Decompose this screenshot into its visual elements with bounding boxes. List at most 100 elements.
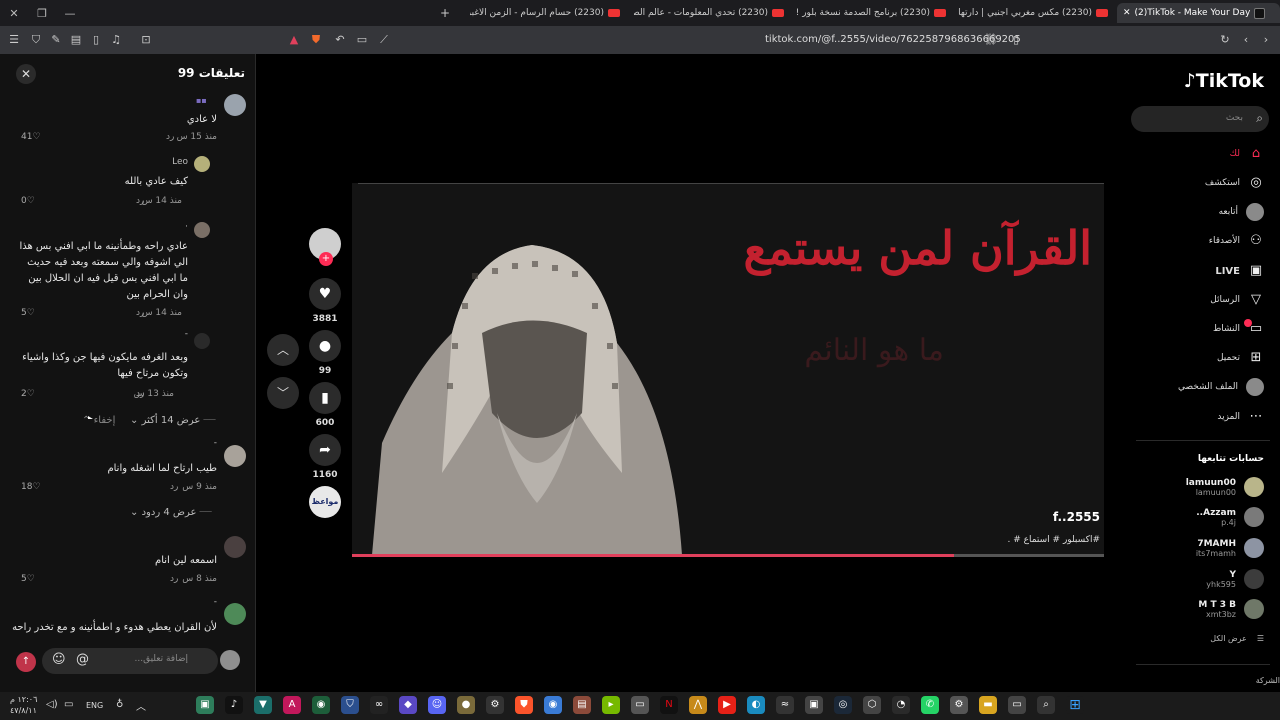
sidebar-item-upload[interactable]: ⊞ تحميل xyxy=(1217,349,1264,367)
discord-icon[interactable]: ☺ xyxy=(428,696,446,714)
brave-rewards-icon[interactable]: ▲ xyxy=(288,34,300,46)
tab-youtube-4[interactable]: (2230) حسام الرسام - الزمن الاغبر (حصـ xyxy=(470,3,620,23)
comment-username[interactable]: · xyxy=(185,222,188,232)
translate-icon[interactable]: ⟋ xyxy=(378,34,390,46)
show-more-replies-button[interactable]: ⌄ عرض 14 أكثر ── xyxy=(130,415,216,426)
xbox-icon[interactable]: ◉ xyxy=(312,696,330,714)
send-comment-button[interactable]: ↑ xyxy=(16,652,36,672)
video-progress-bar[interactable] xyxy=(352,554,1104,557)
menu-icon[interactable]: ☰ xyxy=(8,34,20,46)
app-icon[interactable]: ⬡ xyxy=(863,696,881,714)
bookmark-icon[interactable]: ▯ xyxy=(1010,34,1022,46)
save-button[interactable]: ▮ 600 xyxy=(309,382,341,428)
follow-plus-icon[interactable]: + xyxy=(319,252,333,266)
reload-icon[interactable]: ↻ xyxy=(1219,34,1231,46)
tiktok-app-icon[interactable]: ♪ xyxy=(225,696,243,714)
reply-button[interactable]: رد xyxy=(136,389,144,399)
sidebar-item-more[interactable]: ⋯ المزيد xyxy=(1217,408,1264,426)
music-icon[interactable]: ♫ xyxy=(110,34,122,46)
current-user-avatar[interactable] xyxy=(220,650,240,670)
task-view-icon[interactable]: ▭ xyxy=(1008,696,1026,714)
screenshot-icon[interactable]: ⊡ xyxy=(140,34,152,46)
reply-button[interactable]: رد xyxy=(170,482,178,492)
restore-window-icon[interactable]: ❐ xyxy=(28,7,56,20)
sidebar-item-live[interactable]: ▣ LIVE xyxy=(1215,262,1264,280)
vpn-icon[interactable]: ▼ xyxy=(254,696,272,714)
pen-icon[interactable]: ✎ xyxy=(50,34,62,46)
like-count[interactable]: 5♡ xyxy=(21,574,35,584)
tab-youtube-1[interactable]: (2230) مكس مغربي اجنبي | دارتها لي ا xyxy=(958,3,1108,23)
search-input[interactable]: بحث ⌕ xyxy=(1131,106,1269,132)
network-icon[interactable]: ▭ xyxy=(64,699,73,710)
comment-username[interactable]: - xyxy=(214,438,217,448)
show-all-accounts-button[interactable]: ☰ عرض الكل xyxy=(1210,634,1264,643)
steam-icon[interactable]: ◎ xyxy=(834,696,852,714)
like-count[interactable]: 2♡ xyxy=(21,389,35,399)
share-button[interactable]: ➦ 1160 xyxy=(309,434,341,480)
windows-start-icon[interactable]: ⊞ xyxy=(1066,696,1084,714)
close-comments-button[interactable]: ✕ xyxy=(16,64,36,84)
comment-username[interactable]: - xyxy=(185,329,188,339)
notes-icon[interactable]: ▭ xyxy=(631,696,649,714)
back-history-icon[interactable]: ↶ xyxy=(334,34,346,46)
app-icon[interactable]: ∞ xyxy=(370,696,388,714)
avatar[interactable] xyxy=(194,333,210,349)
tab-youtube-2[interactable]: (2230) برنامج الصدمة نسخة بلور ! - be xyxy=(796,3,946,23)
app-icon[interactable]: ⋀ xyxy=(689,696,707,714)
previous-video-button[interactable]: ︿ xyxy=(267,334,299,366)
company-link[interactable]: الشركة xyxy=(1256,676,1280,685)
reply-button[interactable]: رد xyxy=(136,308,144,318)
whatsapp-icon[interactable]: ✆ xyxy=(921,696,939,714)
speedometer-icon[interactable]: ◔ xyxy=(892,696,910,714)
comment-username[interactable]: Leo xyxy=(172,157,188,167)
sidebar-icon[interactable]: ▯ xyxy=(90,34,102,46)
reply-button[interactable]: رد xyxy=(136,196,144,206)
like-count[interactable]: 18♡ xyxy=(21,482,41,492)
security-icon[interactable]: ⛉ xyxy=(341,696,359,714)
avatar[interactable] xyxy=(194,156,210,172)
back-icon[interactable]: ‹ xyxy=(1240,34,1252,46)
followed-account[interactable]: M T 3 Bxmt3bz xyxy=(1198,599,1264,619)
settings-icon[interactable]: ⚙ xyxy=(950,696,968,714)
store-icon[interactable]: ▣ xyxy=(805,696,823,714)
app-icon[interactable]: ◆ xyxy=(399,696,417,714)
file-explorer-icon[interactable]: ▬ xyxy=(979,696,997,714)
followed-account[interactable]: lamuun00 lamuun00 xyxy=(1186,477,1264,497)
youtube-icon[interactable]: ▶ xyxy=(718,696,736,714)
clock-time[interactable]: ١٢:٠٦ م xyxy=(10,695,37,704)
tiktok-logo[interactable]: ♪TikTok xyxy=(1184,70,1264,92)
sidebar-item-explore[interactable]: ◎ استكشف xyxy=(1205,174,1264,192)
tab-close-icon[interactable]: ✕ xyxy=(1123,8,1131,18)
nvidia-icon[interactable]: ▸ xyxy=(602,696,620,714)
app-icon[interactable]: ▣ xyxy=(196,696,214,714)
forward-icon[interactable]: › xyxy=(1260,34,1272,46)
sidebar-item-profile[interactable]: الملف الشخصي xyxy=(1178,378,1264,396)
app-icon[interactable]: ● xyxy=(457,696,475,714)
video-author[interactable]: f..2555 xyxy=(1053,510,1100,524)
avatar[interactable] xyxy=(194,222,210,238)
edge-icon[interactable]: ◐ xyxy=(747,696,765,714)
microphone-icon[interactable]: ♁ xyxy=(116,699,123,710)
app-icon[interactable]: ▤ xyxy=(573,696,591,714)
tab-youtube-3[interactable]: (2230) تحدي المعلومات - عالم الصحابة xyxy=(634,3,784,23)
sidebar-item-activity[interactable]: ▭ النشاط xyxy=(1213,320,1264,338)
link-icon[interactable]: ⛓ xyxy=(984,34,998,46)
emoji-icon[interactable]: ☺ xyxy=(52,652,66,667)
mention-icon[interactable]: @ xyxy=(76,652,89,667)
reply-button[interactable]: رد xyxy=(170,574,178,584)
search-icon[interactable]: ⌕ xyxy=(1256,111,1263,126)
cast-icon[interactable]: ▭ xyxy=(356,34,368,46)
avatar[interactable] xyxy=(224,94,246,116)
netflix-icon[interactable]: N xyxy=(660,696,678,714)
reply-button[interactable]: رد xyxy=(166,132,174,142)
followed-account[interactable]: Yyhk595 xyxy=(1206,569,1264,589)
followed-account[interactable]: ..Azzam p.4j xyxy=(1196,507,1264,527)
search-taskbar-icon[interactable]: ⌕ xyxy=(1037,696,1055,714)
shield-icon[interactable]: ⛉ xyxy=(30,34,42,46)
comment-username[interactable]: - xyxy=(214,597,217,607)
creator-avatar[interactable]: + xyxy=(309,228,341,266)
followed-account[interactable]: 7MAMH its7mamh xyxy=(1196,538,1264,558)
minimize-window-icon[interactable]: — xyxy=(56,7,84,20)
like-button[interactable]: ♥ 3881 xyxy=(309,278,341,324)
wallet-icon[interactable]: ▤ xyxy=(70,34,82,46)
